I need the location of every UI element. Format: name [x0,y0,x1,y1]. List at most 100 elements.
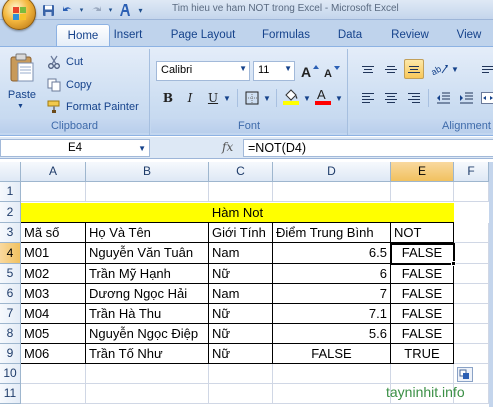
cell-e6[interactable]: FALSE [391,284,454,304]
formula-input[interactable]: =NOT(D4) [243,139,493,157]
cell-b8[interactable]: Nguyễn Ngọc Điệp [86,324,209,344]
tab-home[interactable]: Home [56,24,110,47]
cell-c10[interactable] [209,364,273,384]
chevron-down-icon[interactable]: ▼ [138,141,146,157]
chevron-down-icon[interactable]: ▼ [222,88,232,108]
undo-icon[interactable] [59,2,75,18]
cell-e8[interactable]: FALSE [391,324,454,344]
cell-a10[interactable] [21,364,86,384]
cell-d1[interactable] [273,182,391,202]
cell-a8[interactable]: M05 [21,324,86,344]
column-header-e[interactable]: E [391,162,454,182]
row-header-6[interactable]: 6 [0,284,21,304]
cell-b11[interactable] [86,384,209,404]
row-header-1[interactable]: 1 [0,182,21,202]
tab-page-layout[interactable]: Page Layout [167,24,239,47]
cell-a9[interactable]: M06 [21,344,86,364]
chevron-down-icon[interactable]: ▼ [262,88,272,108]
select-all-corner[interactable] [0,162,21,182]
cell-a11[interactable] [21,384,86,404]
align-bottom-button[interactable] [404,59,424,79]
customize-toolbar-icon[interactable]: ▾ [136,2,145,18]
tab-review[interactable]: Review [388,24,432,47]
column-header-c[interactable]: C [209,162,273,182]
cell-a6[interactable]: M03 [21,284,86,304]
cell-d5[interactable]: 6 [273,264,391,284]
row-header-5[interactable]: 5 [0,264,21,284]
cell-c1[interactable] [209,182,273,202]
save-icon[interactable] [40,2,56,18]
cell-b10[interactable] [86,364,209,384]
chevron-down-icon[interactable]: ▾ [107,2,114,18]
grow-font-button[interactable]: A [300,61,320,81]
cell-c7[interactable]: Nữ [209,304,273,324]
align-right-button[interactable] [404,88,424,108]
chevron-down-icon[interactable]: ▼ [302,88,312,108]
row-header-2[interactable]: 2 [0,202,21,223]
insert-function-icon[interactable]: fx [222,140,233,154]
cell-e10[interactable] [391,364,454,384]
cell-e7[interactable]: FALSE [391,304,454,324]
shrink-font-button[interactable]: A [322,61,342,81]
cell-a1[interactable] [21,182,86,202]
column-header-f[interactable]: F [454,162,489,182]
cell-f1[interactable] [454,182,489,202]
column-header-a[interactable]: A [21,162,86,182]
chevron-down-icon[interactable]: ▾ [78,2,85,18]
tab-formulas[interactable]: Formulas [258,24,314,47]
chevron-down-icon[interactable]: ▼ [450,59,460,79]
align-left-button[interactable] [358,88,378,108]
name-box[interactable]: E4 ▼ [0,139,150,157]
cell-b1[interactable] [86,182,209,202]
row-header-9[interactable]: 9 [0,344,21,364]
decrease-indent-button[interactable] [433,88,453,108]
row-header-7[interactable]: 7 [0,304,21,324]
font-name-select[interactable]: Calibri ▼ [156,61,250,81]
cell-c3[interactable]: Giới Tính [209,223,273,243]
align-center-button[interactable] [381,88,401,108]
fill-color-button[interactable] [281,86,301,106]
cell-b7[interactable]: Trần Hà Thu [86,304,209,324]
cell-d4[interactable]: 6.5 [273,243,391,264]
column-header-d[interactable]: D [273,162,391,182]
borders-button[interactable] [243,88,261,108]
cell-c6[interactable]: Nam [209,284,273,304]
cell-d8[interactable]: 5.6 [273,324,391,344]
cell-b9[interactable]: Trần Tố Như [86,344,209,364]
row-header-10[interactable]: 10 [0,364,21,384]
tab-view[interactable]: View [452,24,486,47]
cell-f7[interactable] [454,304,489,324]
font-color-button[interactable]: A [313,86,333,106]
cell-e9[interactable]: TRUE [391,344,454,364]
cell-c9[interactable]: Nữ [209,344,273,364]
underline-button[interactable]: U [205,88,221,108]
column-header-b[interactable]: B [86,162,209,182]
merge-center-button[interactable] [478,88,493,108]
cell-c5[interactable]: Nữ [209,264,273,284]
bold-button[interactable]: B [159,88,177,108]
cell-d9[interactable]: FALSE [273,344,391,364]
cell-e3[interactable]: NOT [391,223,454,243]
format-painter-button[interactable]: Format Painter [46,98,139,116]
redo-icon[interactable] [88,2,104,18]
cell-a3[interactable]: Mã số [21,223,86,243]
cell-b6[interactable]: Dương Ngọc Hải [86,284,209,304]
align-middle-button[interactable] [381,59,401,79]
cell-f4[interactable] [454,243,489,264]
increase-indent-button[interactable] [456,88,476,108]
vertical-scrollbar[interactable] [489,162,493,407]
cell-a4[interactable]: M01 [21,243,86,264]
cell-f3[interactable] [454,223,489,243]
cell-c8[interactable]: Nữ [209,324,273,344]
cell-a5[interactable]: M02 [21,264,86,284]
italic-button[interactable]: I [181,88,199,108]
cell-f9[interactable] [454,344,489,364]
cell-f8[interactable] [454,324,489,344]
chevron-down-icon[interactable]: ▼ [334,88,344,108]
tab-insert[interactable]: Insert [110,24,146,47]
cell-b5[interactable]: Trần Mỹ Hạnh [86,264,209,284]
autofill-options-icon[interactable] [457,367,473,382]
cut-button[interactable]: Cut [46,53,83,71]
row-header-3[interactable]: 3 [0,223,21,243]
cell-d3[interactable]: Điểm Trung Bình [273,223,391,243]
